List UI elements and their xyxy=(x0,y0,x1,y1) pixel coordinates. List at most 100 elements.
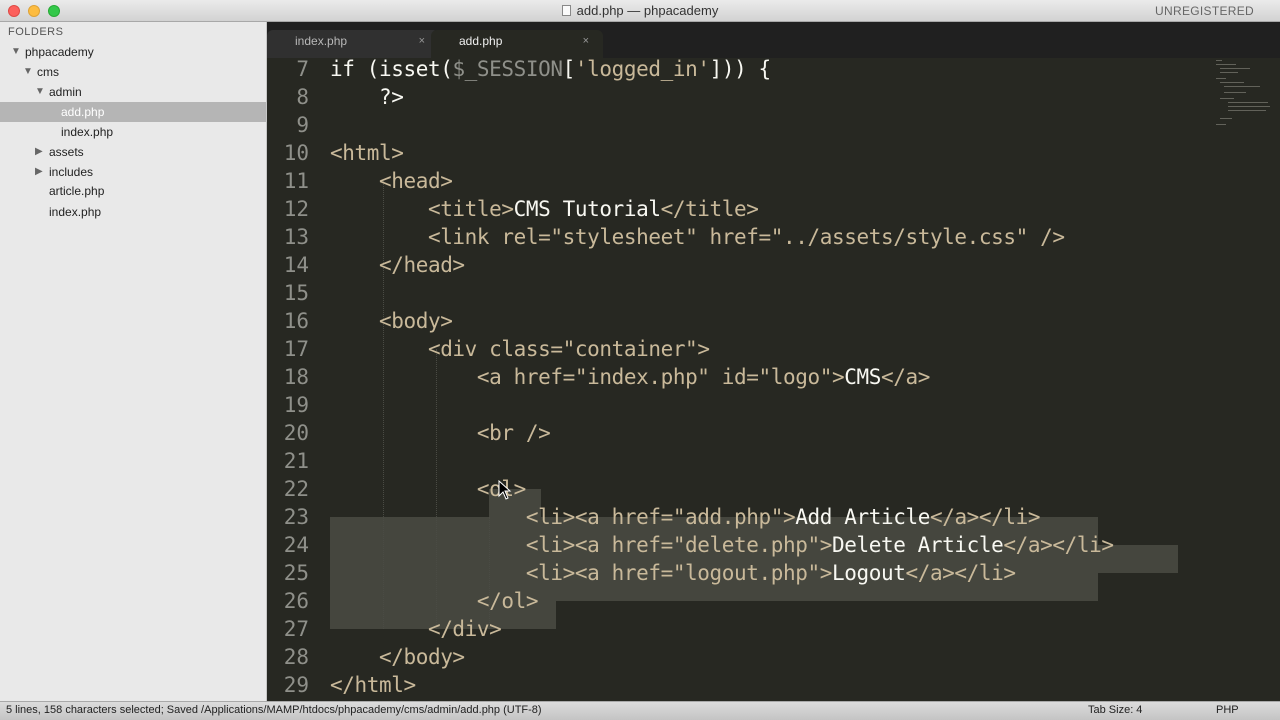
tree-item-cms-index-php[interactable]: index.php xyxy=(0,202,266,222)
disclosure-expanded-icon[interactable]: ▼ xyxy=(23,62,33,82)
line-number: 24 xyxy=(283,533,309,557)
line-number: 20 xyxy=(283,421,309,445)
tab-label: index.php xyxy=(295,34,348,48)
minimap-line xyxy=(1220,118,1232,119)
tree-item-includes[interactable]: ▶ includes xyxy=(0,162,266,182)
line-number: 26 xyxy=(283,589,309,613)
line-number: 29 xyxy=(283,673,309,697)
line-number: 23 xyxy=(283,505,309,529)
line-number: 25 xyxy=(283,561,309,585)
minimap-line xyxy=(1228,106,1270,107)
code-line[interactable]: <body> xyxy=(330,307,453,335)
tab-add-php[interactable]: add.php × xyxy=(431,30,603,58)
tree-item-label: phpacademy xyxy=(25,45,94,59)
tab-bar: index.php × add.php × xyxy=(267,22,1280,58)
code-line[interactable]: <link rel="stylesheet" href="../assets/s… xyxy=(330,223,1065,251)
status-bar: 5 lines, 158 characters selected; Saved … xyxy=(0,701,1280,720)
code-line[interactable]: </ol> xyxy=(330,587,539,615)
sidebar: FOLDERS ▼ phpacademy ▼ cms ▼ admin add.p… xyxy=(0,22,267,701)
tree-item-admin[interactable]: ▼ admin xyxy=(0,82,266,102)
line-number: 28 xyxy=(283,645,309,669)
minimap-line xyxy=(1216,60,1222,61)
line-number: 7 xyxy=(296,58,309,81)
line-number: 16 xyxy=(283,309,309,333)
tree-item-assets[interactable]: ▶ assets xyxy=(0,142,266,162)
document-icon xyxy=(561,5,571,16)
mouse-cursor-icon xyxy=(498,479,512,505)
minimap-line xyxy=(1216,64,1236,65)
line-number: 18 xyxy=(283,365,309,389)
line-number: 9 xyxy=(296,113,309,137)
unregistered-label: UNREGISTERED xyxy=(1155,4,1254,18)
line-number: 14 xyxy=(283,253,309,277)
code-line[interactable]: ?> xyxy=(330,83,404,111)
title-bar: add.php — phpacademy UNREGISTERED xyxy=(0,0,1280,22)
disclosure-collapsed-icon[interactable]: ▶ xyxy=(35,162,43,182)
line-number: 19 xyxy=(283,393,309,417)
minimap-line xyxy=(1220,68,1250,69)
line-number: 21 xyxy=(283,449,309,473)
tree-item-label: index.php xyxy=(49,205,102,219)
line-number: 22 xyxy=(283,477,309,501)
syntax-selector[interactable]: PHP xyxy=(1216,702,1239,719)
tree-item-phpacademy[interactable]: ▼ phpacademy xyxy=(0,42,266,62)
code-line[interactable]: </head> xyxy=(330,251,465,279)
disclosure-expanded-icon[interactable]: ▼ xyxy=(35,82,45,102)
window-title: add.php — phpacademy xyxy=(0,3,1280,18)
minimap-line xyxy=(1220,82,1244,83)
code-line[interactable]: <title>CMS Tutorial</title> xyxy=(330,195,759,223)
code-line[interactable]: <li><a href="logout.php">Logout</a></li> xyxy=(330,559,1016,587)
tree-item-admin-index-php[interactable]: index.php xyxy=(0,122,266,142)
tree-item-cms[interactable]: ▼ cms xyxy=(0,62,266,82)
disclosure-collapsed-icon[interactable]: ▶ xyxy=(35,142,43,162)
line-number: 15 xyxy=(283,281,309,305)
tree-item-label: article.php xyxy=(49,184,105,198)
minimap-line xyxy=(1216,78,1226,79)
code-line[interactable]: <a href="index.php" id="logo">CMS</a> xyxy=(330,363,930,391)
line-number: 11 xyxy=(283,169,309,193)
line-number: 13 xyxy=(283,225,309,249)
tree-item-label: assets xyxy=(49,145,84,159)
minimap-line xyxy=(1216,124,1226,125)
code-line[interactable]: <li><a href="delete.php">Delete Article<… xyxy=(330,531,1114,559)
minimap-line xyxy=(1228,110,1266,111)
tab-size-selector[interactable]: Tab Size: 4 xyxy=(1088,702,1142,719)
tree-item-article-php[interactable]: article.php xyxy=(0,181,266,201)
code-line[interactable]: <head> xyxy=(330,167,453,195)
minimap-line xyxy=(1220,72,1238,73)
tree-item-label: index.php xyxy=(61,125,114,139)
line-number: 12 xyxy=(283,197,309,221)
minimap-line xyxy=(1224,92,1246,93)
minimap-line xyxy=(1220,98,1234,99)
code-line[interactable]: <ol> xyxy=(330,475,526,503)
code-line[interactable]: </div> xyxy=(330,615,502,643)
code-line[interactable]: if (isset($_SESSION['logged_in'])) { xyxy=(330,58,771,83)
disclosure-expanded-icon[interactable]: ▼ xyxy=(11,42,21,62)
tab-index-php[interactable]: index.php × xyxy=(267,30,439,58)
close-tab-icon[interactable]: × xyxy=(419,30,425,52)
code-editor[interactable]: 7 8 9 10 11 12 13 14 15 16 17 18 19 20 2… xyxy=(267,58,1280,701)
tree-item-add-php[interactable]: add.php xyxy=(0,102,266,122)
minimap-line xyxy=(1224,86,1260,87)
code-line[interactable]: <br /> xyxy=(330,419,551,447)
minimap[interactable] xyxy=(1214,58,1274,138)
line-number: 27 xyxy=(283,617,309,641)
tree-item-label: cms xyxy=(37,65,59,79)
line-number: 10 xyxy=(283,141,309,165)
tab-label: add.php xyxy=(459,34,503,48)
status-message: 5 lines, 158 characters selected; Saved … xyxy=(6,704,542,716)
line-number: 8 xyxy=(296,85,309,109)
code-line[interactable]: </body> xyxy=(330,643,465,671)
line-number: 17 xyxy=(283,337,309,361)
code-line[interactable]: <div class="container"> xyxy=(330,335,710,363)
code-line[interactable]: <li><a href="add.php">Add Article</a></l… xyxy=(330,503,1041,531)
folders-header: FOLDERS xyxy=(8,26,64,38)
minimap-line xyxy=(1228,102,1268,103)
code-line[interactable]: </html> xyxy=(330,671,416,699)
tree-item-label: includes xyxy=(49,165,94,179)
code-line[interactable]: <html> xyxy=(330,139,404,167)
tree-item-label: admin xyxy=(49,85,82,99)
tree-item-label: add.php xyxy=(61,105,105,119)
close-tab-icon[interactable]: × xyxy=(583,30,589,52)
window-title-text: add.php — phpacademy xyxy=(576,3,719,18)
